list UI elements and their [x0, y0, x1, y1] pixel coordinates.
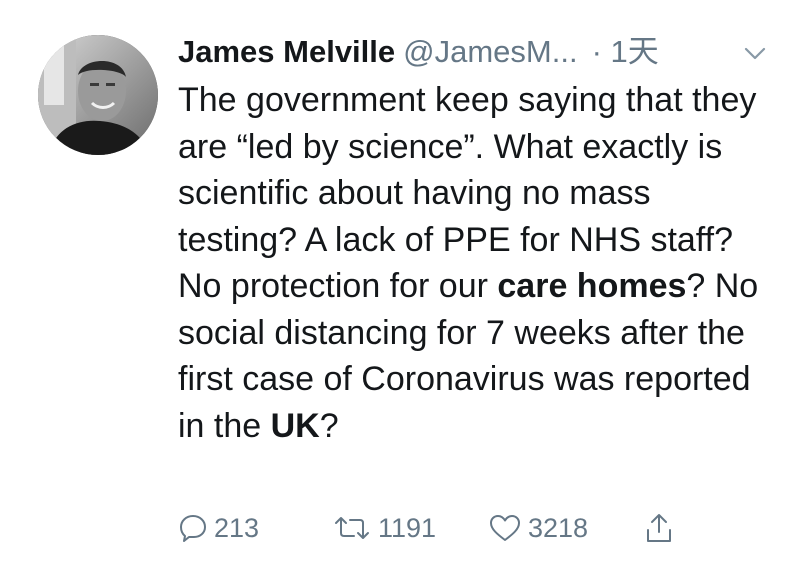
tweet-text: The government keep saying that they are…: [178, 77, 778, 449]
retweet-button[interactable]: 1191: [332, 508, 436, 548]
author-handle[interactable]: @JamesM...: [403, 34, 577, 69]
reply-icon: [180, 515, 206, 542]
chevron-down-icon[interactable]: [742, 40, 768, 66]
like-button[interactable]: 3218: [488, 508, 588, 548]
reply-button[interactable]: 213: [178, 508, 259, 548]
retweet-count: 1191: [378, 512, 437, 543]
reply-count: 213: [214, 512, 260, 543]
avatar-photo: [38, 35, 158, 155]
tweet-header: James Melville @JamesM... · 1天: [178, 30, 659, 74]
tweet-text-bold: care homes: [497, 267, 687, 305]
share-button[interactable]: [644, 508, 680, 548]
heart-icon: [490, 515, 520, 541]
tweet-actions: 213 1191 3218: [178, 508, 778, 548]
author-name[interactable]: James Melville: [178, 34, 395, 69]
tweet-text-bold: UK: [270, 406, 320, 445]
tweet-text-part: ?: [319, 406, 339, 445]
retweet-icon: [335, 517, 369, 539]
avatar[interactable]: [38, 35, 158, 155]
share-icon: [647, 514, 671, 542]
tweet[interactable]: James Melville @JamesM... · 1天 The governm…: [0, 0, 800, 567]
like-count: 3218: [528, 512, 589, 543]
timestamp[interactable]: · 1天: [592, 34, 659, 69]
